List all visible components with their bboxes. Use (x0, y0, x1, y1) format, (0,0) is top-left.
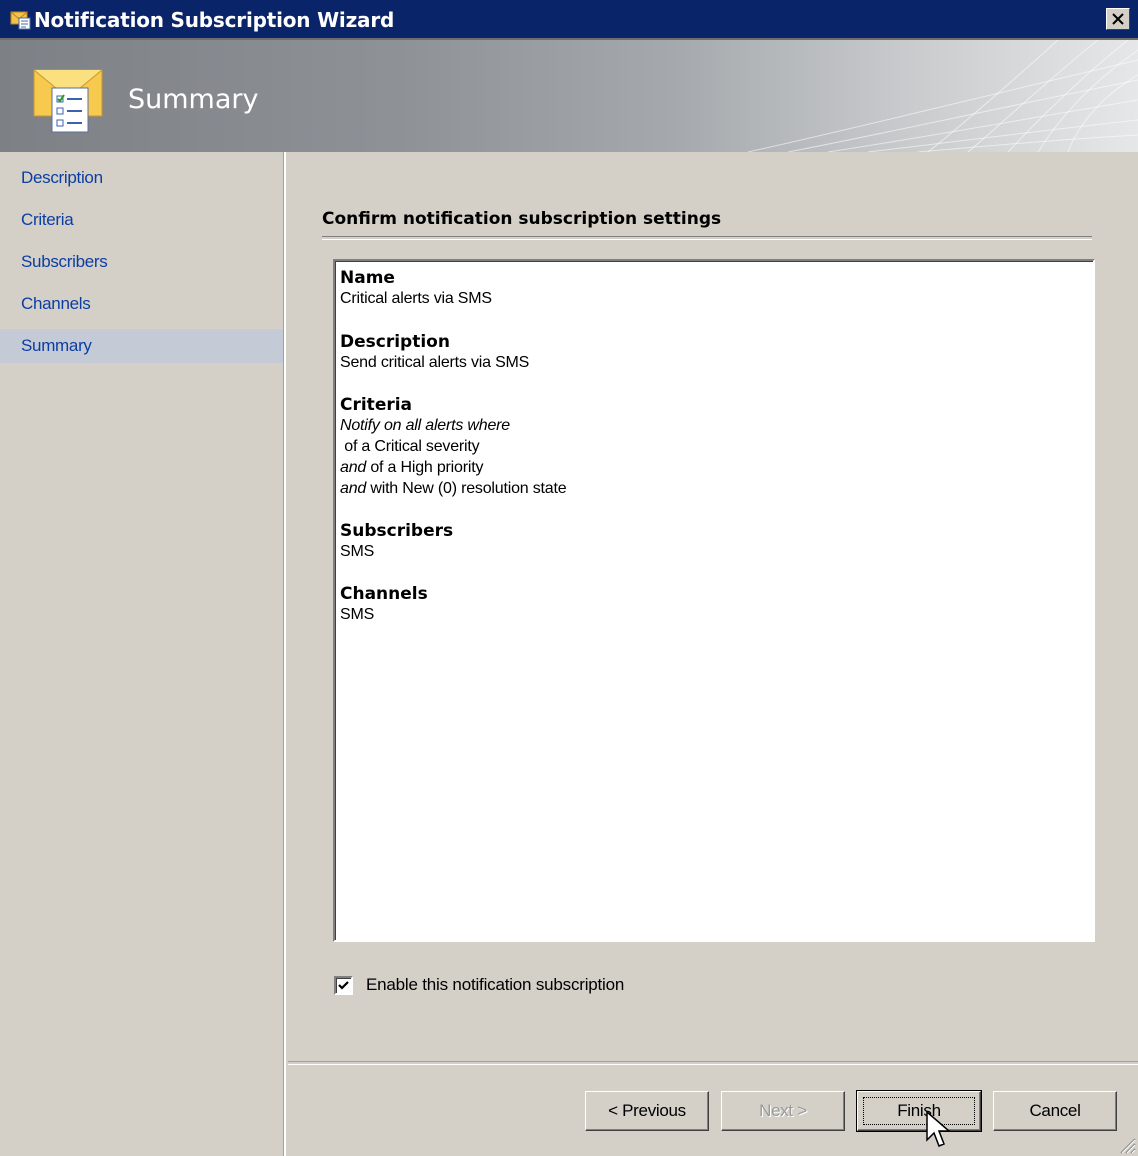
criteria-line-resolution: and with New (0) resolution state (340, 480, 567, 497)
summary-name-heading: Name (340, 268, 395, 288)
summary-description-value: Send critical alerts via SMS (340, 354, 530, 371)
summary-channels-heading: Channels (340, 584, 428, 604)
next-button[interactable]: Next > (721, 1091, 845, 1131)
nav-item-subscribers[interactable]: Subscribers (0, 245, 283, 279)
previous-button[interactable]: < Previous (585, 1091, 709, 1131)
close-button[interactable] (1106, 8, 1130, 30)
enable-subscription-row[interactable]: Enable this notification subscription (334, 974, 624, 996)
header-banner: Summary (0, 40, 1138, 152)
envelope-checklist-icon (33, 69, 103, 133)
criteria-line-priority: and of a High priority (340, 459, 484, 476)
summary-subscribers-heading: Subscribers (340, 521, 454, 541)
nav-item-summary[interactable]: Summary (0, 329, 283, 363)
nav-item-criteria[interactable]: Criteria (0, 203, 283, 237)
summary-channels-value: SMS (340, 606, 375, 623)
nav-item-description[interactable]: Description (0, 161, 283, 195)
wizard-app-icon (10, 11, 31, 30)
window-title: Notification Subscription Wizard (34, 8, 395, 32)
close-icon (1112, 13, 1124, 25)
decorative-mesh (747, 40, 1138, 152)
nav-item-channels[interactable]: Channels (0, 287, 283, 321)
section-title: Confirm notification subscription settin… (322, 209, 722, 229)
summary-subscribers-value: SMS (340, 543, 375, 560)
section-divider (322, 236, 1092, 240)
checkmark-icon (338, 980, 349, 990)
summary-text-box[interactable]: Name Critical alerts via SMS Description… (333, 259, 1095, 942)
criteria-intro: Notify on all alerts where (340, 417, 510, 434)
summary-description-heading: Description (340, 332, 450, 352)
criteria-line-severity: of a Critical severity (340, 438, 480, 455)
title-bar: Notification Subscription Wizard (0, 0, 1138, 40)
summary-name-value: Critical alerts via SMS (340, 290, 492, 307)
footer-divider (288, 1061, 1138, 1065)
wizard-step-nav: Description Criteria Subscribers Channel… (0, 152, 286, 1156)
banner-title: Summary (128, 84, 259, 115)
cancel-button[interactable]: Cancel (993, 1091, 1117, 1131)
enable-subscription-label[interactable]: Enable this notification subscription (366, 975, 624, 995)
summary-criteria-heading: Criteria (340, 395, 413, 415)
enable-subscription-checkbox[interactable] (334, 975, 353, 995)
finish-button[interactable]: Finish (856, 1090, 982, 1132)
resize-grip-icon[interactable] (1116, 1134, 1136, 1154)
focus-rectangle (863, 1097, 975, 1125)
mouse-pointer-icon (926, 1110, 952, 1147)
